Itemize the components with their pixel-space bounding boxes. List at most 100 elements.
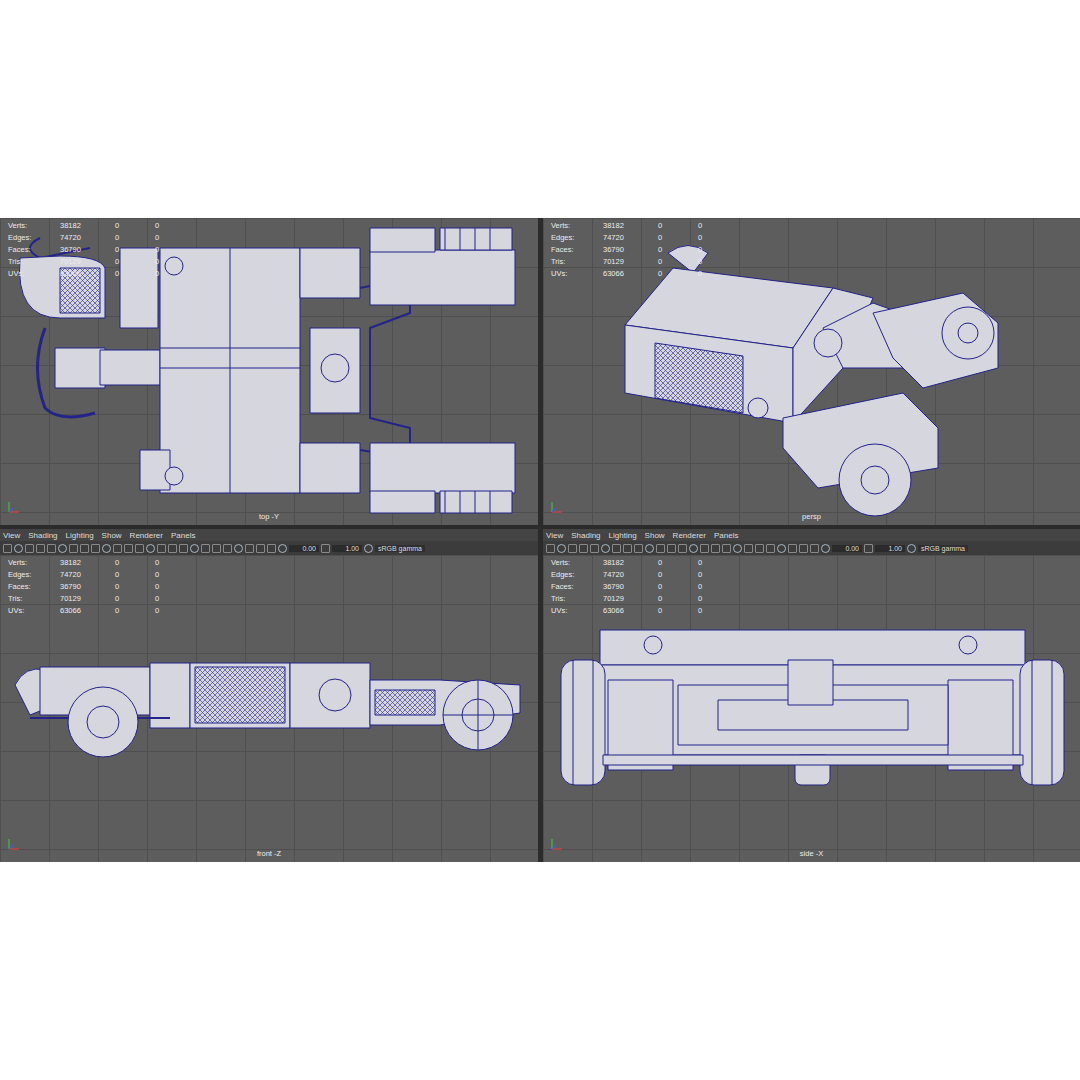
hud-value: 0 [115, 605, 155, 616]
menu-item[interactable]: Panels [714, 531, 738, 540]
menu-item[interactable]: Shading [28, 531, 57, 540]
menu-item[interactable]: View [3, 531, 20, 540]
tool-button-icon[interactable] [799, 544, 808, 553]
menu-item[interactable]: Renderer [130, 531, 163, 540]
hud-row: UVs:6306600 [551, 605, 718, 616]
tool-button-icon[interactable] [245, 544, 254, 553]
tool-button-icon[interactable] [722, 544, 731, 553]
tool-button-icon[interactable] [557, 544, 566, 553]
menu-item[interactable]: View [546, 531, 563, 540]
tool-button-icon[interactable] [546, 544, 555, 553]
panel-menu-bar: View Shading Lighting Show Renderer Panels [543, 529, 1080, 541]
hud-value: 0 [698, 256, 718, 267]
tool-button-icon[interactable] [278, 544, 287, 553]
tool-button-icon[interactable] [36, 544, 45, 553]
tool-button-icon[interactable] [821, 544, 830, 553]
menu-item[interactable]: Panels [171, 531, 195, 540]
tool-button-icon[interactable] [612, 544, 621, 553]
tool-button-icon[interactable] [102, 544, 111, 553]
tool-button-icon[interactable] [656, 544, 665, 553]
tool-button-icon[interactable] [678, 544, 687, 553]
tool-button-icon[interactable] [590, 544, 599, 553]
tool-button-icon[interactable] [256, 544, 265, 553]
tool-button-icon[interactable] [645, 544, 654, 553]
viewport-panel: View Shading Lighting Show Renderer Panels 0.0… [0, 529, 538, 862]
viewport-canvas[interactable]: Verts:3818200Edges:7472000Faces:3679000T… [543, 218, 1080, 525]
color-space-icon[interactable] [907, 544, 916, 553]
tool-button-icon[interactable] [623, 544, 632, 553]
tool-button-icon[interactable] [91, 544, 100, 553]
hud-value: 74720 [60, 569, 115, 580]
color-space-label[interactable]: sRGB gamma [375, 545, 425, 552]
tool-button-icon[interactable] [788, 544, 797, 553]
tool-button-icon[interactable] [135, 544, 144, 553]
gamma-field[interactable]: 1.00 [875, 545, 905, 552]
tool-button-icon[interactable] [810, 544, 819, 553]
tool-button-icon[interactable] [267, 544, 276, 553]
menu-item[interactable]: Lighting [609, 531, 637, 540]
viewport-canvas[interactable]: Verts:3818200Edges:7472000Faces:3679000T… [543, 555, 1080, 862]
tool-button-icon[interactable] [755, 544, 764, 553]
tool-button-icon[interactable] [201, 544, 210, 553]
viewport-panel: View Shading Lighting Show Renderer Panels 0.0… [543, 529, 1080, 862]
hud-row: Faces:3679000 [8, 581, 175, 592]
tool-button-icon[interactable] [47, 544, 56, 553]
tool-button-icon[interactable] [766, 544, 775, 553]
tool-button-icon[interactable] [634, 544, 643, 553]
hud-value: 36790 [60, 581, 115, 592]
gamma-button-icon[interactable] [321, 544, 330, 553]
tool-button-icon[interactable] [234, 544, 243, 553]
tool-button-icon[interactable] [14, 544, 23, 553]
hud-value: 36790 [603, 244, 658, 255]
color-space-label[interactable]: sRGB gamma [918, 545, 968, 552]
tool-button-icon[interactable] [212, 544, 221, 553]
exposure-field[interactable]: 0.00 [832, 545, 862, 552]
poly-count-hud: Verts:3818200Edges:7472000Faces:3679000T… [551, 557, 718, 616]
menu-item[interactable]: Show [102, 531, 122, 540]
hud-value: 63066 [603, 268, 658, 279]
hud-value: 0 [155, 557, 175, 568]
gamma-field[interactable]: 1.00 [332, 545, 362, 552]
tool-button-icon[interactable] [223, 544, 232, 553]
menu-item[interactable]: Lighting [66, 531, 94, 540]
tool-button-icon[interactable] [777, 544, 786, 553]
tool-button-icon[interactable] [190, 544, 199, 553]
tool-button-icon[interactable] [733, 544, 742, 553]
menu-item[interactable]: Renderer [673, 531, 706, 540]
hud-value: 63066 [60, 605, 115, 616]
tool-button-icon[interactable] [146, 544, 155, 553]
tool-button-icon[interactable] [711, 544, 720, 553]
tool-button-icon[interactable] [689, 544, 698, 553]
menu-item[interactable]: Show [645, 531, 665, 540]
tool-button-icon[interactable] [113, 544, 122, 553]
tool-button-icon[interactable] [25, 544, 34, 553]
tool-button-icon[interactable] [667, 544, 676, 553]
hud-value: 0 [155, 268, 175, 279]
tool-button-icon[interactable] [700, 544, 709, 553]
tool-button-icon[interactable] [124, 544, 133, 553]
hud-row: Tris:7012900 [8, 593, 175, 604]
hud-value: 0 [155, 232, 175, 243]
hud-label: Faces: [551, 244, 603, 255]
hud-value: 0 [115, 593, 155, 604]
tool-button-icon[interactable] [157, 544, 166, 553]
tool-button-icon[interactable] [179, 544, 188, 553]
menu-item[interactable]: Shading [571, 531, 600, 540]
exposure-field[interactable]: 0.00 [289, 545, 319, 552]
tool-button-icon[interactable] [80, 544, 89, 553]
hud-value: 70129 [603, 593, 658, 604]
tool-button-icon[interactable] [3, 544, 12, 553]
tool-button-icon[interactable] [168, 544, 177, 553]
hud-label: Tris: [8, 593, 60, 604]
tool-button-icon[interactable] [58, 544, 67, 553]
hud-row: Tris:7012900 [551, 593, 718, 604]
tool-button-icon[interactable] [568, 544, 577, 553]
tool-button-icon[interactable] [69, 544, 78, 553]
tool-button-icon[interactable] [579, 544, 588, 553]
tool-button-icon[interactable] [744, 544, 753, 553]
gamma-button-icon[interactable] [864, 544, 873, 553]
tool-button-icon[interactable] [601, 544, 610, 553]
viewport-canvas[interactable]: Verts:3818200Edges:7472000Faces:3679000T… [0, 218, 538, 525]
viewport-canvas[interactable]: Verts:3818200Edges:7472000Faces:3679000T… [0, 555, 538, 862]
color-space-icon[interactable] [364, 544, 373, 553]
